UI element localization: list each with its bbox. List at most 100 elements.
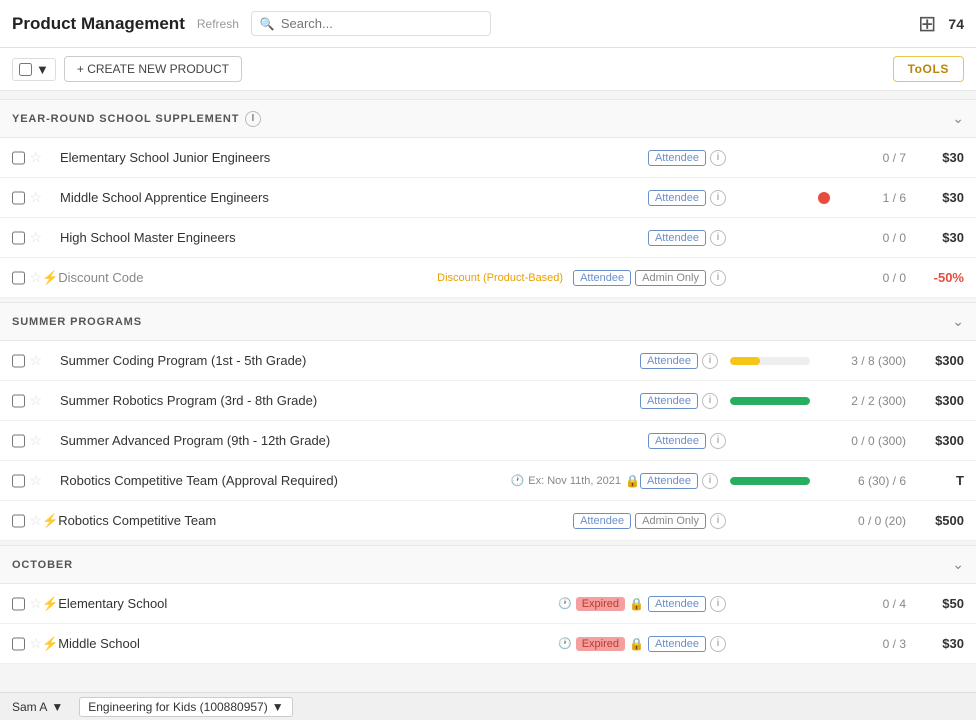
product-tag: Attendee bbox=[648, 596, 706, 612]
product-name[interactable]: Robotics Competitive Team bbox=[58, 513, 573, 528]
tools-button[interactable]: ToOLS bbox=[893, 56, 964, 82]
star-icon[interactable]: ☆ bbox=[29, 595, 42, 612]
row-info-icon[interactable]: i bbox=[710, 636, 726, 652]
row-checkbox-input-2[interactable] bbox=[12, 231, 25, 245]
section-header-year-round[interactable]: YEAR-ROUND SCHOOL SUPPLEMENTi⌄ bbox=[0, 99, 976, 138]
product-price: $500 bbox=[914, 513, 964, 528]
star-icon[interactable]: ☆ bbox=[29, 432, 42, 449]
section-title-summer: SUMMER PROGRAMS bbox=[12, 316, 142, 328]
grid-icon[interactable]: ⊞ bbox=[918, 11, 936, 37]
section-october: OCTOBER⌄☆⚡Elementary School🕐Expired🔒Atte… bbox=[0, 545, 976, 664]
select-all-checkbox[interactable]: ▼ bbox=[12, 58, 56, 81]
toolbar: ▼ + CREATE NEW PRODUCT ToOLS bbox=[0, 48, 976, 91]
row-checkbox-input-0[interactable] bbox=[12, 597, 25, 611]
row-checkbox-input-3[interactable] bbox=[12, 271, 25, 285]
bar-outer bbox=[730, 397, 810, 405]
product-name[interactable]: Middle School bbox=[58, 636, 558, 651]
row-info-icon[interactable]: i bbox=[702, 473, 718, 489]
row-checkbox-input-0[interactable] bbox=[12, 354, 25, 368]
row-info-icon[interactable]: i bbox=[710, 270, 726, 286]
star-icon[interactable]: ☆ bbox=[29, 149, 42, 166]
product-name[interactable]: Robotics Competitive Team (Approval Requ… bbox=[60, 473, 511, 488]
star-icon[interactable]: ☆ bbox=[29, 472, 42, 489]
star-icon[interactable]: ☆ bbox=[29, 352, 42, 369]
product-tag: Admin Only bbox=[635, 270, 706, 286]
row-info-icon[interactable]: i bbox=[710, 230, 726, 246]
section-header-summer[interactable]: SUMMER PROGRAMS ⌄ bbox=[0, 302, 976, 341]
star-icon[interactable]: ☆ bbox=[29, 635, 42, 652]
main-content: YEAR-ROUND SCHOOL SUPPLEMENTi⌄ ☆ Elementar… bbox=[0, 91, 976, 708]
row-info-icon[interactable]: i bbox=[702, 353, 718, 369]
search-bar[interactable]: 🔍 bbox=[251, 11, 491, 36]
product-tags: 🕐Expired🔒Attendeei bbox=[558, 636, 730, 652]
product-tag: Attendee bbox=[648, 230, 706, 246]
star-icon[interactable]: ☆ bbox=[29, 392, 42, 409]
refresh-button[interactable]: Refresh bbox=[197, 17, 239, 31]
user-chevron-icon: ▼ bbox=[51, 700, 63, 714]
row-checkbox-input-0[interactable] bbox=[12, 151, 25, 165]
product-name[interactable]: Summer Robotics Program (3rd - 8th Grade… bbox=[60, 393, 640, 408]
search-input[interactable] bbox=[281, 16, 482, 31]
product-count: 6 (30) / 6 bbox=[836, 474, 906, 488]
product-name[interactable]: Summer Advanced Program (9th - 12th Grad… bbox=[60, 433, 648, 448]
section-title-october: OCTOBER bbox=[12, 559, 73, 571]
chevron-down-icon[interactable]: ▼ bbox=[36, 62, 49, 77]
product-tags: Attendeei bbox=[648, 433, 730, 449]
row-checkbox-input-3[interactable] bbox=[12, 474, 25, 488]
row-info-icon[interactable]: i bbox=[710, 190, 726, 206]
star-icon[interactable]: ☆ bbox=[29, 189, 42, 206]
expiry-info: 🕐 Ex: Nov 11th, 2021 🔒 bbox=[511, 474, 640, 488]
section-info-icon-year-round[interactable]: i bbox=[245, 111, 261, 127]
user-selector[interactable]: Sam A ▼ bbox=[12, 700, 63, 714]
product-price: $50 bbox=[914, 596, 964, 611]
row-checkbox-input-2[interactable] bbox=[12, 434, 25, 448]
row-info-icon[interactable]: i bbox=[702, 393, 718, 409]
row-info-icon[interactable]: i bbox=[710, 513, 726, 529]
row-select-0: ☆ bbox=[12, 149, 42, 166]
table-row: ☆ Summer Coding Program (1st - 5th Grade)… bbox=[0, 341, 976, 381]
star-icon[interactable]: ☆ bbox=[29, 269, 42, 286]
table-row: ☆⚡Elementary School🕐Expired🔒Attendeei0 /… bbox=[0, 584, 976, 624]
section-header-october[interactable]: OCTOBER⌄ bbox=[0, 545, 976, 584]
product-tag: Discount (Product-Based) bbox=[431, 271, 569, 285]
clock-icon: 🕐 bbox=[511, 474, 525, 487]
product-tags: 🕐Expired🔒Attendeei bbox=[558, 596, 730, 612]
product-price: $30 bbox=[914, 190, 964, 205]
product-price: T bbox=[914, 473, 964, 488]
product-count: 0 / 0 bbox=[836, 231, 906, 245]
row-checkbox-input-1[interactable] bbox=[12, 394, 25, 408]
lightning-icon: ⚡ bbox=[42, 636, 58, 652]
bar-inner bbox=[730, 357, 760, 365]
product-tag: Attendee bbox=[648, 636, 706, 652]
row-checkbox-input-4[interactable] bbox=[12, 514, 25, 528]
star-icon[interactable]: ☆ bbox=[29, 229, 42, 246]
star-icon[interactable]: ☆ bbox=[29, 512, 42, 529]
product-name[interactable]: Elementary School bbox=[58, 596, 558, 611]
expired-badge: Expired bbox=[576, 637, 625, 651]
create-product-button[interactable]: + CREATE NEW PRODUCT bbox=[64, 56, 242, 82]
product-name[interactable]: Summer Coding Program (1st - 5th Grade) bbox=[60, 353, 640, 368]
section-chevron-icon-summer: ⌄ bbox=[952, 313, 964, 330]
row-select-1: ☆ bbox=[12, 392, 42, 409]
clock-icon-small: 🕐 bbox=[558, 637, 572, 650]
product-name[interactable]: Elementary School Junior Engineers bbox=[60, 150, 648, 165]
table-row: ☆⚡Middle School🕐Expired🔒Attendeei0 / 3$3… bbox=[0, 624, 976, 664]
product-name[interactable]: High School Master Engineers bbox=[60, 230, 648, 245]
org-chevron-icon: ▼ bbox=[272, 700, 284, 714]
product-price: -50% bbox=[914, 270, 964, 285]
capacity-bar bbox=[730, 397, 810, 405]
row-info-icon[interactable]: i bbox=[710, 150, 726, 166]
product-name[interactable]: Middle School Apprentice Engineers bbox=[60, 190, 648, 205]
table-row: ☆⚡Discount CodeDiscount (Product-Based)A… bbox=[0, 258, 976, 298]
product-name[interactable]: Discount Code bbox=[58, 270, 431, 285]
row-info-icon[interactable]: i bbox=[710, 433, 726, 449]
row-info-icon[interactable]: i bbox=[710, 596, 726, 612]
select-all-input[interactable] bbox=[19, 63, 32, 76]
org-selector[interactable]: Engineering for Kids (100880957) ▼ bbox=[79, 697, 292, 717]
row-checkbox-input-1[interactable] bbox=[12, 191, 25, 205]
lock-icon-small: 🔒 bbox=[629, 597, 644, 611]
capacity-bar bbox=[730, 357, 810, 365]
product-price: $30 bbox=[914, 150, 964, 165]
row-select-0: ☆ bbox=[12, 352, 42, 369]
row-checkbox-input-1[interactable] bbox=[12, 637, 25, 651]
